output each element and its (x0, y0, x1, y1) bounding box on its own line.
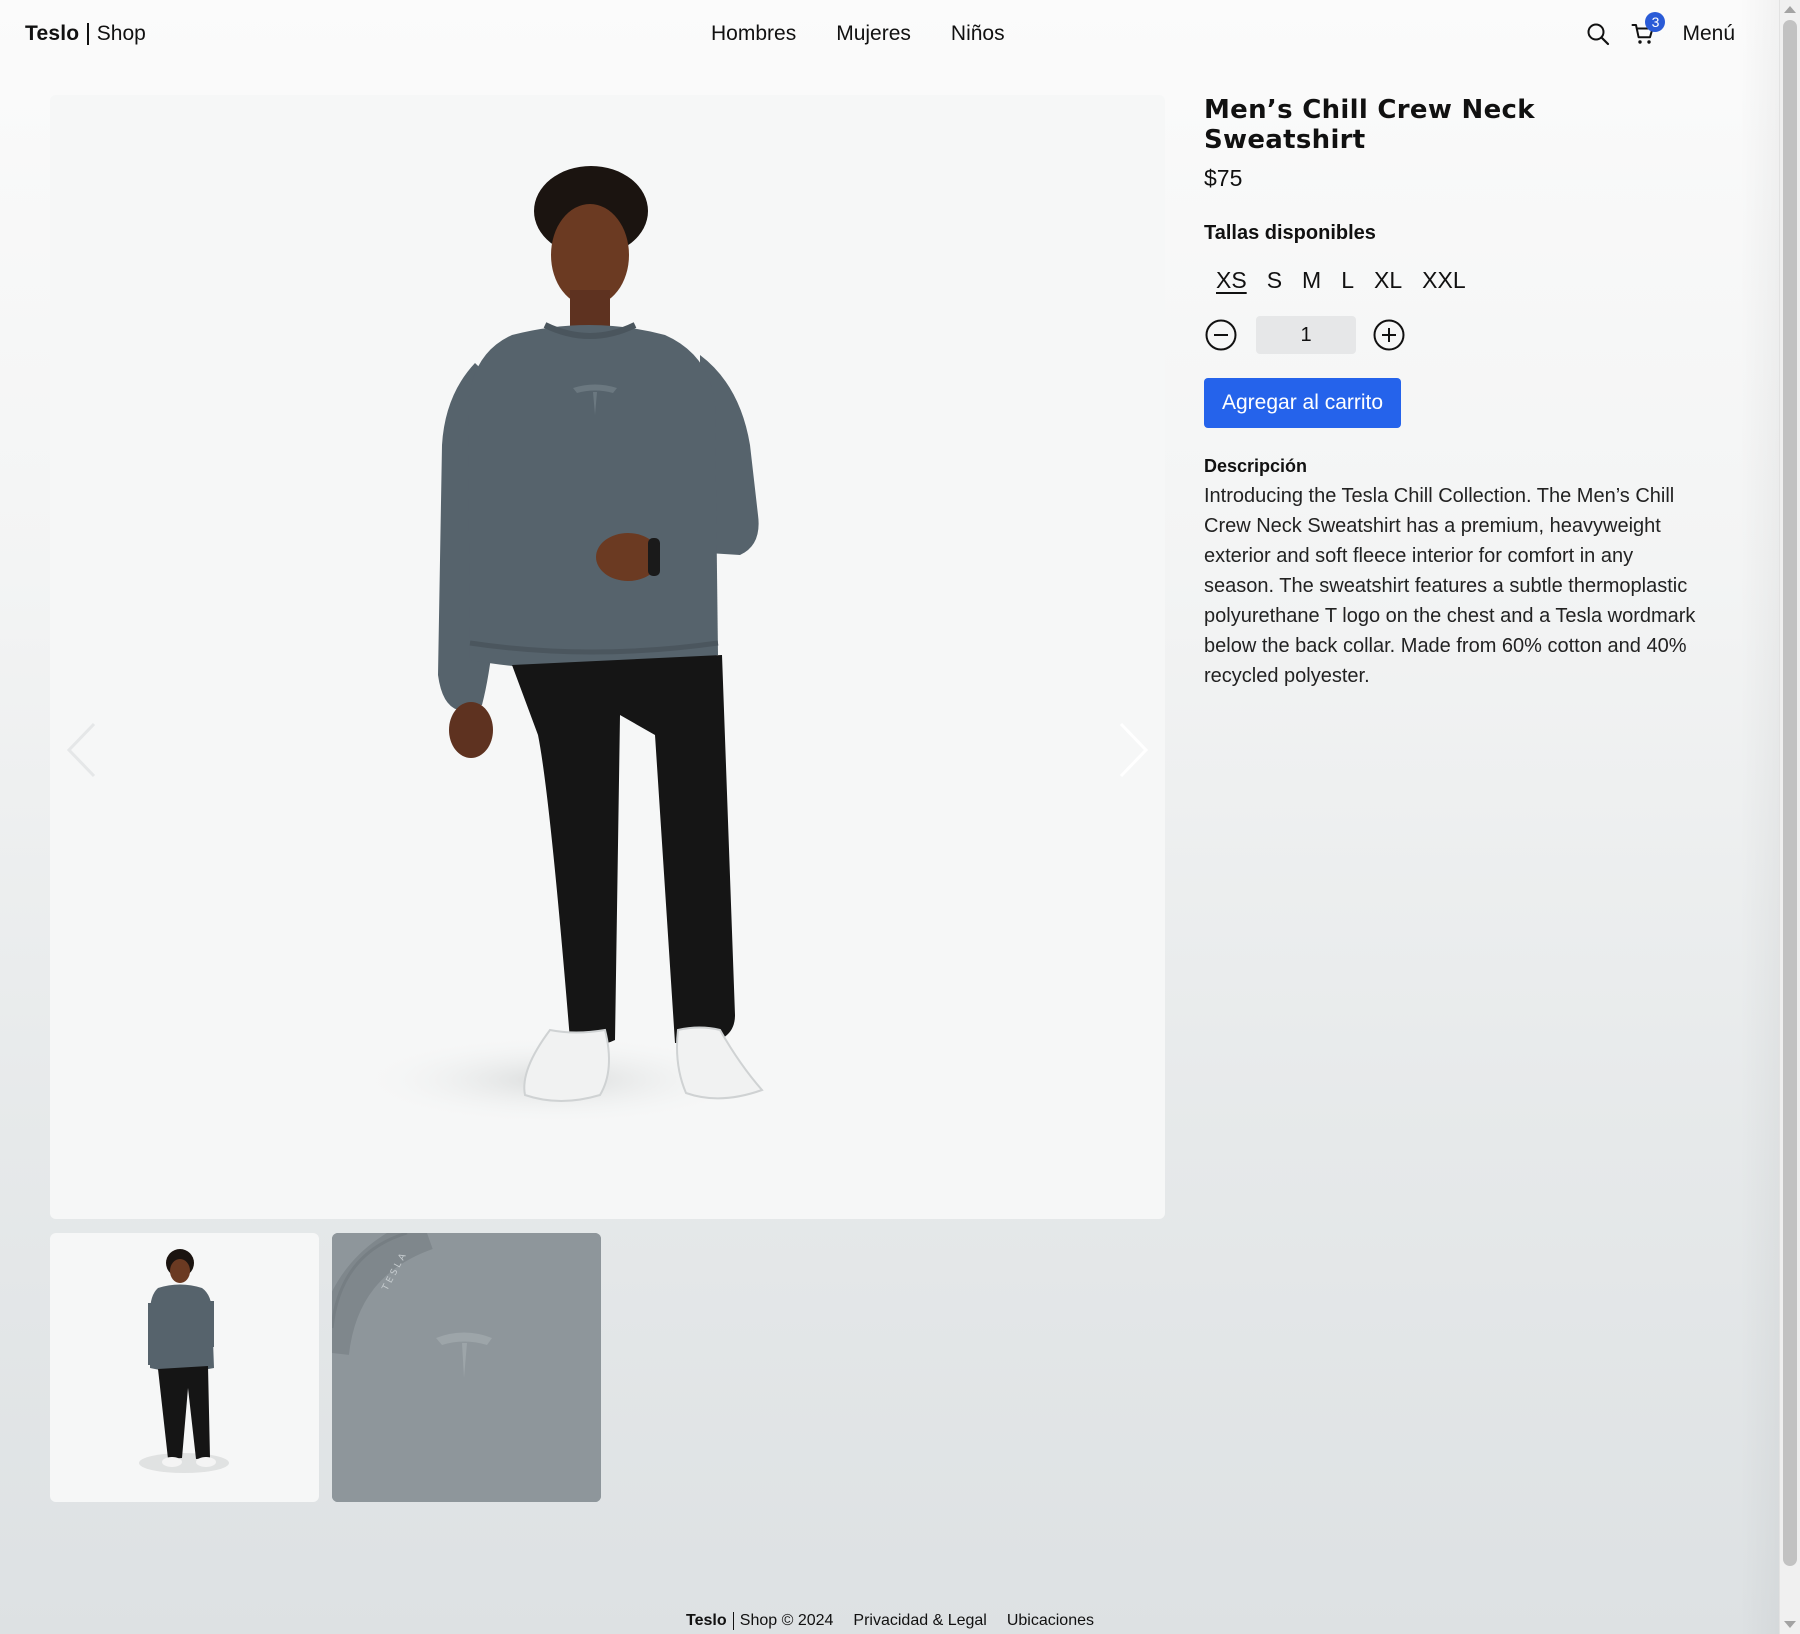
size-option-xs[interactable]: XS (1208, 265, 1255, 296)
footer-link-locations[interactable]: Ubicaciones (1007, 1612, 1094, 1630)
nav-link-ninos[interactable]: Niños (951, 22, 1005, 46)
product-price: $75 (1204, 165, 1243, 191)
quantity-value: 1 (1256, 316, 1356, 354)
increase-quantity-button[interactable] (1372, 318, 1406, 352)
product-info-panel: Men’s Chill Crew Neck Sweatshirt $75 Tal… (1204, 95, 1704, 691)
add-to-cart-button[interactable]: Agregar al carrito (1204, 378, 1402, 428)
scrollbar-thumb[interactable] (1783, 20, 1797, 1566)
product-description: Introducing the Tesla Chill Collection. … (1204, 485, 1696, 687)
nav-link-hombres[interactable]: Hombres (711, 22, 796, 46)
scroll-down-arrow-icon[interactable] (1784, 1621, 1796, 1628)
search-button[interactable] (1584, 18, 1612, 50)
footer-links: Privacidad & Legal Ubicaciones (853, 1612, 1094, 1630)
next-image-button[interactable] (1117, 720, 1151, 780)
chevron-right-icon (1119, 722, 1149, 778)
site-footer: Teslo Shop © 2024 Privacidad & Legal Ubi… (0, 1612, 1780, 1630)
product-page: Teslo Shop Hombres Mujeres Niños 3 Menú … (0, 0, 1780, 1634)
scroll-up-arrow-icon[interactable] (1784, 6, 1796, 13)
prev-image-button[interactable] (64, 720, 98, 780)
vertical-scrollbar[interactable] (1779, 0, 1800, 1634)
product-image-main (50, 95, 1165, 1219)
product-photo (356, 166, 764, 1125)
thumbnail-detail-photo: TESLA (332, 1233, 601, 1502)
size-option-s[interactable]: S (1259, 265, 1290, 296)
search-icon (1587, 23, 1610, 46)
footer-brand: Teslo (685, 1612, 727, 1629)
quantity-stepper: 1 (1204, 316, 1704, 354)
product-title: Men’s Chill Crew Neck Sweatshirt (1204, 95, 1535, 155)
cart-button[interactable]: 3 (1628, 12, 1666, 50)
top-nav-bar: Teslo Shop Hombres Mujeres Niños 3 Menú (0, 0, 1780, 70)
size-selector: XS S M L XL XXL (1208, 265, 1704, 296)
logo-shop: Shop (96, 22, 146, 45)
thumbnail-detail[interactable]: TESLA (332, 1233, 601, 1502)
logo-brand: Teslo (25, 22, 80, 45)
size-option-xxl[interactable]: XXL (1414, 265, 1473, 296)
decrease-quantity-button[interactable] (1204, 318, 1238, 352)
plus-circle-icon (1373, 319, 1405, 351)
thumbnail-front[interactable] (50, 1233, 319, 1502)
thumbnail-front-photo (139, 1249, 229, 1473)
site-logo[interactable]: Teslo Shop (25, 22, 146, 46)
description-label: Descripción (1204, 456, 1308, 476)
header-actions: 3 Menú (1584, 12, 1735, 50)
size-option-m[interactable]: M (1294, 265, 1329, 296)
cart-count-badge: 3 (1645, 12, 1666, 32)
chevron-left-icon (66, 722, 96, 778)
logo-divider (87, 23, 89, 45)
size-option-xl[interactable]: XL (1366, 265, 1410, 296)
menu-button[interactable]: Menú (1682, 22, 1735, 46)
sizes-label: Tallas disponibles (1204, 222, 1376, 244)
footer-copyright: Shop © 2024 (739, 1612, 834, 1629)
footer-link-privacy[interactable]: Privacidad & Legal (853, 1612, 986, 1630)
size-option-l[interactable]: L (1333, 265, 1362, 296)
footer-divider (732, 1612, 734, 1630)
nav-link-mujeres[interactable]: Mujeres (836, 22, 911, 46)
minus-circle-icon (1205, 319, 1237, 351)
category-nav: Hombres Mujeres Niños (711, 22, 1005, 46)
